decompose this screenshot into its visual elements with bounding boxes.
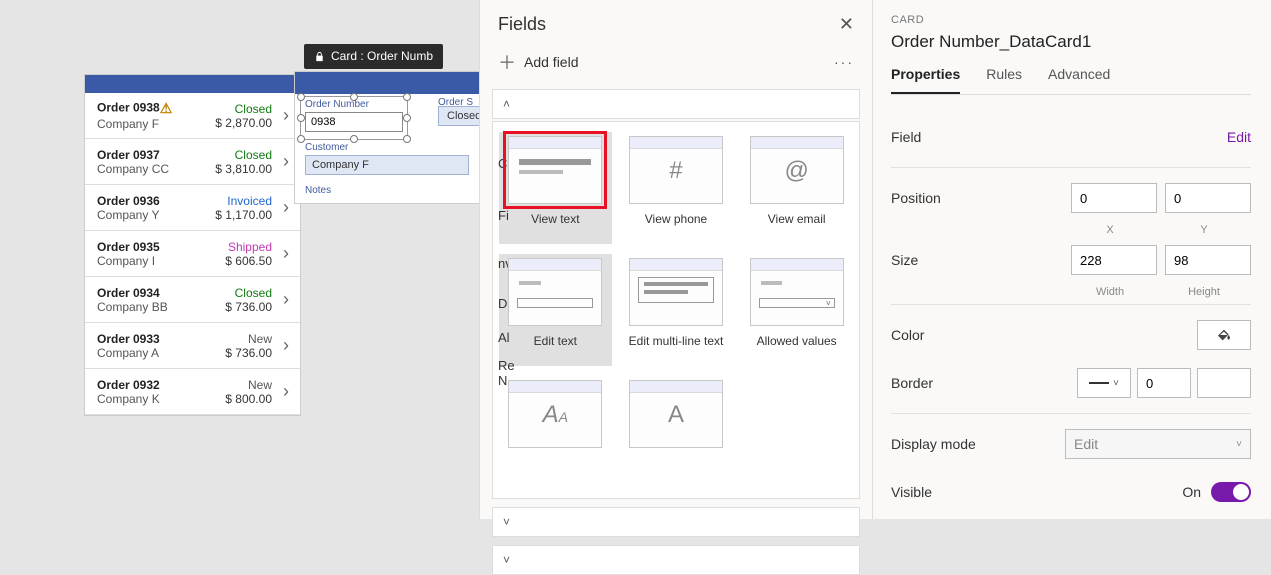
gallery-row[interactable]: Order 0932Company KNew$ 800.00›	[85, 369, 300, 415]
gallery-header	[85, 75, 300, 93]
chevron-up-icon: ˄	[503, 97, 510, 111]
display-mode-label: Display mode	[891, 436, 1065, 452]
color-picker-button[interactable]	[1197, 320, 1251, 350]
height-input[interactable]	[1165, 245, 1251, 275]
close-icon[interactable]: ✕	[839, 14, 854, 35]
chevron-down-icon: ˅	[1236, 439, 1242, 450]
selection-tag: Card : Order Numb	[304, 44, 443, 69]
tab-rules[interactable]: Rules	[986, 66, 1022, 94]
card-type-allowed[interactable]: ˅Allowed values	[740, 254, 853, 366]
tab-properties[interactable]: Properties	[891, 66, 960, 94]
display-mode-value: Edit	[1074, 436, 1098, 452]
size-label: Size	[891, 252, 1071, 268]
chevron-down-icon: ˅	[1113, 378, 1119, 389]
gallery-row[interactable]: Order 0938⚠Company FClosed$ 2,870.00›	[85, 93, 300, 139]
gallery-row[interactable]: Order 0934Company BBClosed$ 736.00›	[85, 277, 300, 323]
chevron-right-icon: ›	[278, 289, 294, 310]
form-header	[295, 72, 479, 94]
gallery-row[interactable]: Order 0935Company IShipped$ 606.50›	[85, 231, 300, 277]
chevron-right-icon: ›	[278, 151, 294, 172]
notes-card[interactable]: Notes	[295, 180, 479, 203]
field-label: Field	[891, 129, 1227, 145]
customer-card[interactable]: Customer Company F	[295, 137, 479, 180]
gallery-row[interactable]: Order 0933Company ANew$ 736.00›	[85, 323, 300, 369]
chevron-right-icon: ›	[278, 381, 294, 402]
notes-label: Notes	[305, 185, 469, 196]
chevron-down-icon: ˅	[503, 515, 510, 529]
customer-label: Customer	[305, 142, 469, 153]
chevron-right-icon: ›	[278, 197, 294, 218]
position-y-input[interactable]	[1165, 183, 1251, 213]
paint-bucket-icon	[1216, 327, 1232, 343]
properties-tabs: Properties Rules Advanced	[891, 66, 1251, 95]
order-number-card[interactable]: Order Number	[295, 94, 413, 137]
chevron-down-icon: ˅	[503, 553, 510, 567]
customer-value: Company F	[305, 155, 469, 175]
card-type-view-text[interactable]: View text	[499, 132, 612, 244]
accordion-row[interactable]: ˄	[492, 89, 860, 119]
field-edit-link[interactable]: Edit	[1227, 129, 1251, 145]
border-width-input[interactable]	[1137, 368, 1191, 398]
visible-label: Visible	[891, 484, 1182, 500]
width-input[interactable]	[1071, 245, 1157, 275]
card-type-grid: View text#View phone@View email Edit text…	[492, 121, 860, 499]
chevron-right-icon: ›	[278, 243, 294, 264]
accordion-row[interactable]: ˅	[492, 545, 860, 575]
gallery-row[interactable]: Order 0936Company YInvoiced$ 1,170.00›	[85, 185, 300, 231]
card-type-aa1[interactable]: AA	[499, 376, 612, 488]
orders-gallery[interactable]: Order 0938⚠Company FClosed$ 2,870.00›Ord…	[84, 74, 301, 416]
card-type-view-email[interactable]: @View email	[740, 132, 853, 244]
order-number-label: Order Number	[305, 99, 403, 110]
border-color-swatch[interactable]	[1197, 368, 1251, 398]
card-type-view-phone[interactable]: #View phone	[620, 132, 733, 244]
card-type-aa2[interactable]: A	[620, 376, 733, 488]
fields-panel-title: Fields	[498, 14, 546, 35]
add-field-button[interactable]: ＋ Add field	[498, 49, 578, 75]
accordion-row[interactable]: ˅	[492, 507, 860, 537]
position-x-input[interactable]	[1071, 183, 1157, 213]
order-number-input[interactable]	[305, 112, 403, 132]
properties-panel: CARD Order Number_DataCard1 Properties R…	[872, 0, 1271, 519]
plus-icon: ＋	[498, 49, 516, 75]
more-icon[interactable]: ···	[834, 54, 854, 70]
display-mode-dropdown[interactable]: Edit ˅	[1065, 429, 1251, 459]
position-label: Position	[891, 190, 1071, 206]
selection-tag-text: Card : Order Numb	[331, 49, 433, 63]
tab-advanced[interactable]: Advanced	[1048, 66, 1110, 94]
border-label: Border	[891, 375, 1077, 391]
visible-state: On	[1182, 484, 1201, 500]
add-field-label: Add field	[524, 54, 578, 70]
gallery-row[interactable]: Order 0937Company CCClosed$ 3,810.00›	[85, 139, 300, 185]
visible-toggle[interactable]	[1211, 482, 1251, 502]
lock-icon	[314, 51, 325, 62]
border-style-dropdown[interactable]: ˅	[1077, 368, 1131, 398]
fields-panel: Fields ✕ ＋ Add field ··· C Fi nv D Al Re…	[479, 0, 872, 519]
card-type-edit-text[interactable]: Edit text	[499, 254, 612, 366]
element-kind-label: CARD	[891, 14, 1251, 26]
chevron-right-icon: ›	[278, 335, 294, 356]
chevron-right-icon: ›	[278, 105, 294, 126]
element-name: Order Number_DataCard1	[891, 32, 1251, 52]
card-type-edit-multi[interactable]: Edit multi-line text	[620, 254, 733, 366]
color-label: Color	[891, 327, 1197, 343]
